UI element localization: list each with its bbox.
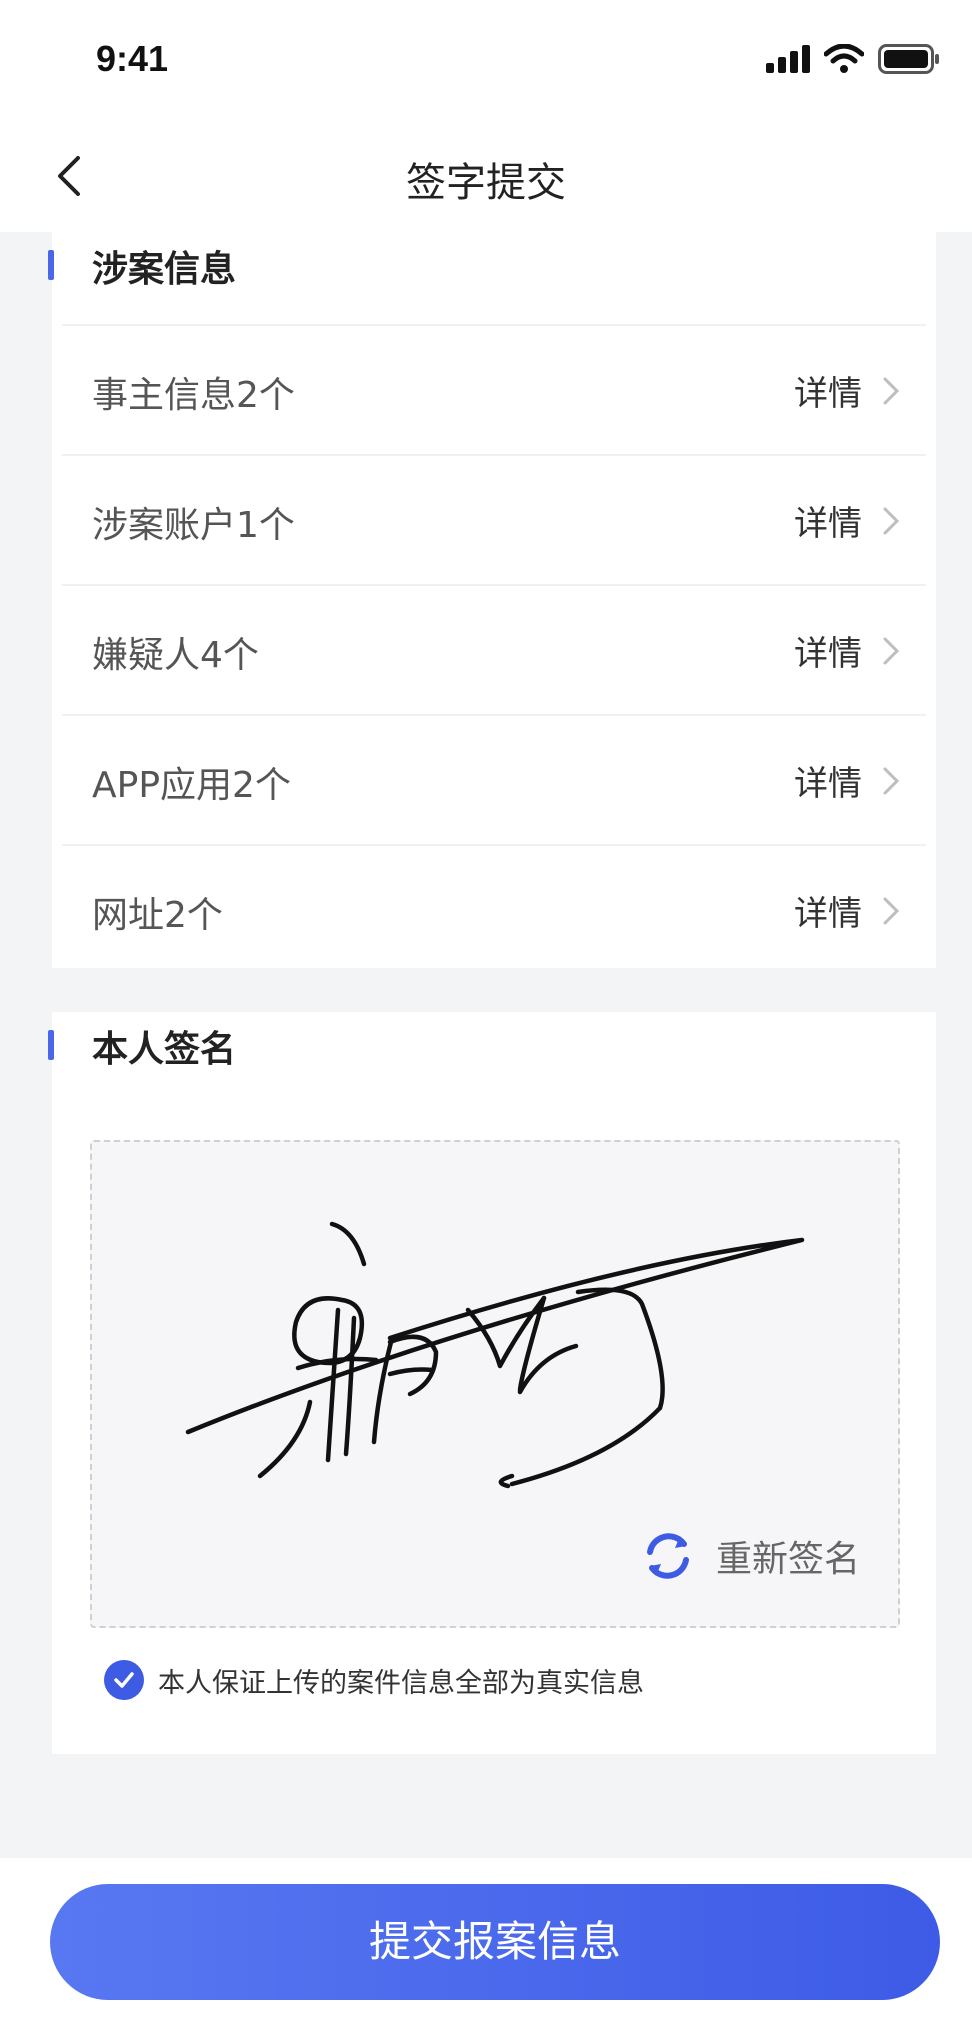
submit-report-button[interactable]: 提交报案信息 (50, 1884, 940, 2000)
row-label: 涉案账户1个 (92, 505, 295, 546)
signature-pad[interactable]: 重新签名 (90, 1140, 900, 1628)
wifi-icon (824, 44, 864, 73)
agreement-row: 本人保证上传的案件信息全部为真实信息 (104, 1660, 644, 1700)
bottom-bar: 提交报案信息 (0, 1858, 972, 2030)
refresh-icon (646, 1533, 689, 1579)
row-label: 嫌疑人4个 (92, 635, 259, 676)
resign-label: 重新签名 (715, 1539, 860, 1580)
status-time: 9:41 (96, 38, 169, 79)
check-icon (114, 1672, 134, 1688)
section-accent-bar (48, 250, 54, 280)
list-item-app[interactable]: APP应用2个 详情 (62, 714, 926, 844)
row-label: 事主信息2个 (92, 375, 295, 416)
row-label: APP应用2个 (92, 765, 291, 806)
signature-section-title: 本人签名 (92, 1029, 237, 1070)
detail-link[interactable]: 详情 (794, 496, 862, 545)
involved-section-header: 涉案信息 (48, 232, 936, 324)
list-item-victim[interactable]: 事主信息2个 详情 (62, 324, 926, 454)
involved-info-card: 涉案信息 事主信息2个 详情 涉案账户1个 详情 嫌疑人4个 详情 APP应用2… (48, 232, 936, 968)
detail-link[interactable]: 详情 (794, 626, 862, 675)
involved-section-title: 涉案信息 (92, 249, 237, 290)
signature-section-header: 本人签名 (48, 1012, 936, 1104)
page-title: 签字提交 (406, 160, 566, 206)
resign-button[interactable]: 重新签名 (640, 1528, 860, 1584)
agreement-text: 本人保证上传的案件信息全部为真实信息 (158, 1667, 644, 1699)
detail-link[interactable]: 详情 (794, 366, 862, 415)
detail-link[interactable]: 详情 (794, 886, 862, 935)
row-label: 网址2个 (92, 895, 223, 936)
detail-link[interactable]: 详情 (794, 756, 862, 805)
chevron-right-icon (883, 767, 900, 795)
chevron-right-icon (883, 377, 900, 405)
list-item-website[interactable]: 网址2个 详情 (62, 844, 926, 974)
status-bar: 9:41 (0, 0, 972, 120)
list-item-account[interactable]: 涉案账户1个 详情 (62, 454, 926, 584)
section-accent-bar (48, 1030, 54, 1060)
signal-icon (766, 45, 810, 73)
status-icons (766, 44, 940, 74)
chevron-right-icon (883, 897, 900, 925)
agreement-checkbox[interactable] (104, 1660, 144, 1700)
list-item-suspect[interactable]: 嫌疑人4个 详情 (62, 584, 926, 714)
chevron-right-icon (883, 637, 900, 665)
battery-icon (878, 44, 939, 74)
signature-card: 本人签名 重新签名 本人保证上传的案件信息全部为真实信息 (48, 1012, 936, 1754)
chevron-right-icon (883, 507, 900, 535)
nav-bar: 签字提交 (0, 120, 972, 232)
